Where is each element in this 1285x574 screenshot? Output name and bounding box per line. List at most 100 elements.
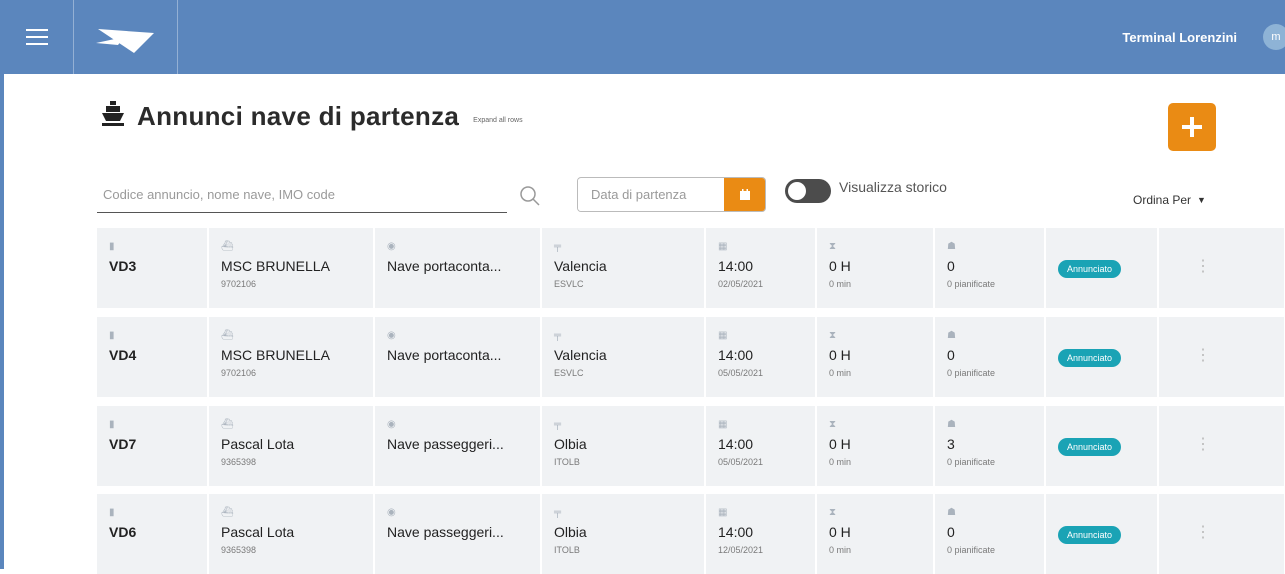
cell-port: Olbia: [554, 436, 587, 452]
port-icon: ╤: [554, 419, 562, 430]
table-row[interactable]: ▮ VD7 ⛴ Pascal Lota 9365398 ◉ Nave passeggeri.…: [97, 406, 1284, 486]
cell-port-code: ESVLC: [554, 368, 584, 378]
page-title: Annunci nave di partenza: [137, 101, 460, 131]
row-cell: ⧗ 0 H 0 min: [817, 317, 935, 397]
calendar-icon: ▦: [718, 330, 728, 341]
row-cell: ⧗ 0 H 0 min: [817, 406, 935, 486]
search-icon[interactable]: [519, 185, 541, 212]
cell-port: Valencia: [554, 258, 607, 274]
calendar-icon: ▦: [718, 507, 728, 518]
calendar-button[interactable]: [724, 178, 765, 211]
cell-hours: 0 H: [829, 347, 851, 363]
people-icon: ☗: [947, 507, 956, 518]
row-cell: ◉ Nave passeggeri...: [375, 494, 542, 574]
logo[interactable]: [74, 0, 178, 74]
row-cell: ╤ Valencia ESVLC: [542, 317, 706, 397]
bookmark-icon: ▮: [109, 241, 115, 252]
row-cell: ◉ Nave portaconta...: [375, 228, 542, 308]
table-row[interactable]: ▮ VD6 ⛴ Pascal Lota 9365398 ◉ Nave passeggeri.…: [97, 494, 1284, 574]
cell-time: 14:00: [718, 258, 754, 274]
user-name[interactable]: Terminal Lorenzini: [1122, 30, 1237, 45]
cell-hours: 0 H: [829, 436, 851, 452]
row-cell: ▦ 14:00 12/05/2021: [706, 494, 817, 574]
calendar-icon: ▦: [718, 419, 728, 430]
row-cell: ⋮: [1159, 228, 1284, 308]
cell-code: VD4: [109, 347, 137, 363]
add-announcement-button[interactable]: [1168, 103, 1216, 151]
cell-minutes: 0 min: [829, 279, 852, 289]
caret-down-icon: ▼: [1197, 195, 1206, 205]
row-cell: ⛴ Pascal Lota 9365398: [209, 406, 375, 486]
search-input[interactable]: [97, 180, 509, 208]
menu-icon: [25, 29, 48, 45]
row-cell: ☗ 0 0 pianificate: [935, 317, 1046, 397]
info-icon: ◉: [387, 507, 396, 518]
hourglass-icon: ⧗: [829, 330, 837, 341]
cell-code: VD3: [109, 258, 137, 274]
row-cell: ⋮: [1159, 406, 1284, 486]
status-badge[interactable]: Annunciato: [1058, 438, 1122, 456]
cell-count: 3: [947, 436, 955, 452]
row-cell: ╤ Olbia ITOLB: [542, 494, 706, 574]
cell-port: Olbia: [554, 524, 587, 540]
row-cell: ⛴ MSC BRUNELLA 9702106: [209, 317, 375, 397]
cell-port: Valencia: [554, 347, 607, 363]
status-badge[interactable]: Annunciato: [1058, 526, 1122, 544]
cell-ship: MSC BRUNELLA: [221, 347, 330, 363]
bookmark-icon: ▮: [109, 507, 115, 518]
row-cell: ▮ VD6: [97, 494, 209, 574]
plus-icon: [1182, 117, 1202, 137]
avatar[interactable]: m: [1263, 24, 1285, 50]
row-cell: ⛴ MSC BRUNELLA 9702106: [209, 228, 375, 308]
row-cell: ▮ VD4: [97, 317, 209, 397]
departure-date-input[interactable]: [578, 178, 724, 211]
sort-dropdown[interactable]: Ordina Per ▼: [1133, 193, 1206, 207]
table-row[interactable]: ▮ VD3 ⛴ MSC BRUNELLA 9702106 ◉ Nave portaconta…: [97, 228, 1284, 308]
cell-planned: 0 pianificate: [947, 457, 996, 467]
cell-code: VD7: [109, 436, 137, 452]
more-options-icon[interactable]: ⋮: [1195, 437, 1211, 453]
cell-code: VD6: [109, 524, 137, 540]
cell-planned: 0 pianificate: [947, 545, 996, 555]
status-badge[interactable]: Annunciato: [1058, 260, 1122, 278]
history-toggle[interactable]: [785, 179, 831, 203]
toggle-knob: [788, 182, 806, 200]
menu-button[interactable]: [0, 0, 74, 74]
cell-date: 05/05/2021: [718, 368, 764, 378]
hourglass-icon: ⧗: [829, 419, 837, 430]
status-badge[interactable]: Annunciato: [1058, 349, 1122, 367]
cell-ship: Pascal Lota: [221, 436, 295, 452]
bookmark-icon: ▮: [109, 419, 115, 430]
more-options-icon[interactable]: ⋮: [1195, 525, 1211, 541]
cell-imo: 9365398: [221, 545, 257, 555]
cell-port-code: ITOLB: [554, 457, 580, 467]
expand-all-link[interactable]: Expand all rows: [473, 117, 522, 124]
port-icon: ╤: [554, 330, 562, 341]
row-cell: ⛴ Pascal Lota 9365398: [209, 494, 375, 574]
row-cell: Annunciato: [1046, 406, 1159, 486]
table-row[interactable]: ▮ VD4 ⛴ MSC BRUNELLA 9702106 ◉ Nave portaconta…: [97, 317, 1284, 397]
hourglass-icon: ⧗: [829, 241, 837, 252]
cell-minutes: 0 min: [829, 545, 852, 555]
more-options-icon[interactable]: ⋮: [1195, 348, 1211, 364]
sort-label: Ordina Per: [1133, 193, 1192, 207]
history-toggle-label: Visualizza storico: [839, 179, 947, 195]
cell-planned: 0 pianificate: [947, 279, 996, 289]
row-cell: ▮ VD3: [97, 228, 209, 308]
row-cell: Annunciato: [1046, 317, 1159, 397]
cell-minutes: 0 min: [829, 457, 852, 467]
ship-icon: ⛴: [221, 419, 234, 430]
logo-icon: [95, 29, 154, 53]
top-bar: Terminal Lorenzini m: [0, 0, 1285, 74]
cell-type: Nave portaconta...: [387, 347, 502, 363]
more-options-icon[interactable]: ⋮: [1195, 259, 1211, 275]
cell-imo: 9702106: [221, 279, 257, 289]
search-field: [97, 180, 509, 213]
ship-icon: ⛴: [221, 241, 234, 252]
cell-type: Nave passeggeri...: [387, 524, 504, 540]
cell-time: 14:00: [718, 524, 754, 540]
cell-ship: MSC BRUNELLA: [221, 258, 330, 274]
cell-imo: 9702106: [221, 368, 257, 378]
cell-date: 12/05/2021: [718, 545, 764, 555]
row-cell: ╤ Olbia ITOLB: [542, 406, 706, 486]
